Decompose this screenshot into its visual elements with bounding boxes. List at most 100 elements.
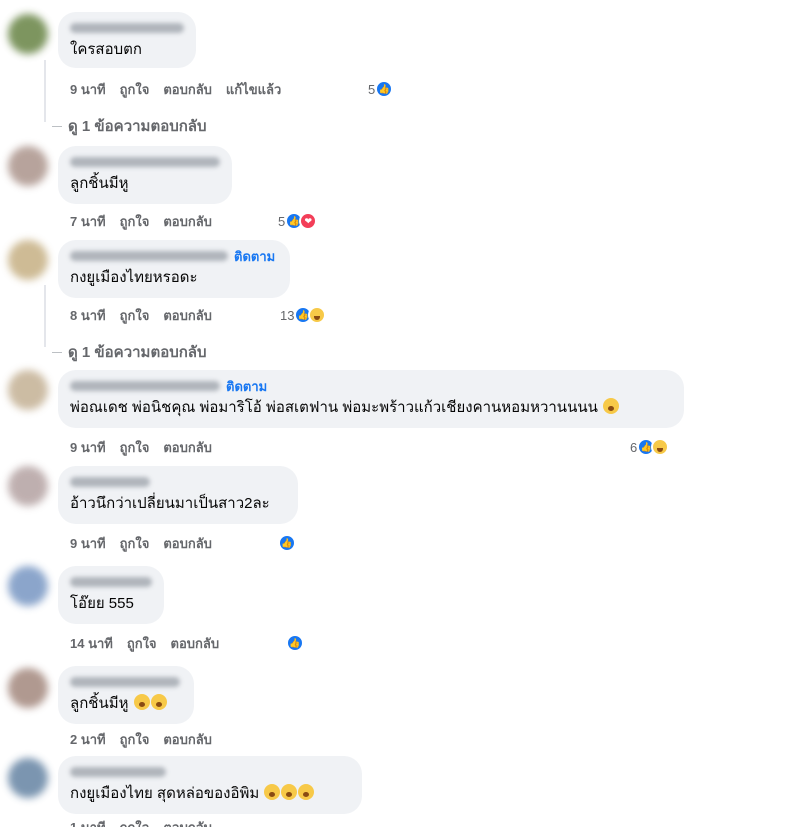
view-replies-label: ดู 1 ข้อความตอบกลับ — [68, 344, 207, 361]
comment-time[interactable]: 1 นาที — [70, 817, 106, 827]
emoji-icon — [264, 784, 281, 800]
like-button[interactable]: ถูกใจ — [120, 437, 150, 458]
emoji-icon — [150, 694, 167, 710]
avatar[interactable] — [8, 240, 48, 280]
comment-bubble: ใครสอบตก — [58, 12, 196, 68]
reply-button[interactable]: ตอบกลับ — [163, 79, 212, 100]
like-button[interactable]: ถูกใจ — [120, 729, 150, 750]
comment-text: อ้าวนึกว่าเปลี่ยนมาเป็นสาว2ละ — [70, 495, 270, 512]
reaction-summary[interactable]: 5 👍 — [368, 79, 394, 99]
avatar[interactable] — [8, 566, 48, 606]
comment-text: กงยูเมืองไทย สุดหล่อของอิพิม — [70, 784, 350, 804]
reply-button[interactable]: ตอบกลับ — [163, 817, 212, 827]
haha-reaction-icon — [308, 306, 327, 324]
emoji-icon — [298, 784, 315, 800]
comment-bubble: ติดตาม พ่อณเดช พ่อนิชคุณ พ่อมาริโอ้ พ่อส… — [58, 370, 684, 428]
comment-time[interactable]: 7 นาที — [70, 211, 106, 232]
comment-text: ลูกชิ้นมีหู — [70, 694, 182, 714]
comment-text: โอ๊ยย 555 — [70, 595, 134, 612]
avatar[interactable] — [8, 758, 48, 798]
comment-bubble: ลูกชิ้นมีหู — [58, 666, 194, 724]
view-replies-link[interactable]: ดู 1 ข้อความตอบกลับ — [52, 114, 207, 138]
comment-text-body: ลูกชิ้นมีหู — [70, 695, 129, 712]
avatar[interactable] — [8, 14, 48, 54]
comment-time[interactable]: 9 นาที — [70, 437, 106, 458]
author-name[interactable] — [70, 767, 166, 777]
comment-actions: 8 นาที ถูกใจ ตอบกลับ — [70, 306, 226, 324]
reply-button[interactable]: ตอบกลับ — [163, 729, 212, 750]
reply-button[interactable]: ตอบกลับ — [163, 437, 212, 458]
author-name[interactable] — [70, 477, 150, 487]
comment-time[interactable]: 2 นาที — [70, 729, 106, 750]
avatar[interactable] — [8, 146, 48, 186]
comment-text: พ่อณเดช พ่อนิชคุณ พ่อมาริโอ้ พ่อสเตฟาน พ… — [70, 398, 672, 418]
comment-time[interactable]: 9 นาที — [70, 79, 106, 100]
comment-text: ลูกชิ้นมีหู — [70, 175, 129, 192]
like-button[interactable]: ถูกใจ — [120, 305, 150, 326]
comment-actions: 1 นาที ถูกใจ ตอบกลับ — [70, 818, 226, 827]
reaction-count: 6 — [630, 439, 638, 455]
avatar[interactable] — [8, 668, 48, 708]
author-name[interactable] — [70, 251, 228, 261]
reply-connector — [52, 125, 62, 127]
avatar[interactable] — [8, 466, 48, 506]
like-button[interactable]: ถูกใจ — [120, 79, 150, 100]
reply-button[interactable]: ตอบกลับ — [163, 533, 212, 554]
comment-bubble: ติดตาม กงยูเมืองไทยหรอดะ — [58, 240, 290, 298]
reaction-summary[interactable]: 5 👍 ❤ — [278, 211, 318, 231]
follow-button[interactable]: ติดตาม — [226, 376, 267, 397]
comment-actions: 9 นาที ถูกใจ ตอบกลับ แก้ไขแล้ว — [70, 80, 295, 98]
author-name[interactable] — [70, 577, 152, 587]
comment-time[interactable]: 9 นาที — [70, 533, 106, 554]
follow-button[interactable]: ติดตาม — [234, 246, 275, 267]
haha-reaction-icon — [651, 438, 670, 456]
reply-connector — [52, 351, 62, 353]
comment-bubble: ลูกชิ้นมีหู — [58, 146, 232, 204]
thread-line — [44, 285, 46, 347]
reaction-summary[interactable]: 6 👍 — [630, 437, 670, 457]
comment-bubble: กงยูเมืองไทย สุดหล่อของอิพิม — [58, 756, 362, 814]
thread-line — [44, 60, 46, 122]
comment-actions: 9 นาที ถูกใจ ตอบกลับ — [70, 438, 226, 456]
author-name[interactable] — [70, 23, 184, 33]
comment-time[interactable]: 8 นาที — [70, 305, 106, 326]
reaction-count: 5 — [278, 213, 286, 229]
comment-text-body: พ่อณเดช พ่อนิชคุณ พ่อมาริโอ้ พ่อสเตฟาน พ… — [70, 399, 598, 416]
like-button[interactable]: ถูกใจ — [120, 211, 150, 232]
like-button[interactable]: ถูกใจ — [120, 533, 150, 554]
reaction-summary[interactable]: 13 👍 — [280, 305, 327, 325]
like-button[interactable]: ถูกใจ — [127, 633, 157, 654]
like-reaction-icon: 👍 — [278, 534, 296, 552]
avatar[interactable] — [8, 370, 48, 410]
reaction-summary[interactable]: 👍 — [286, 633, 304, 653]
comment-text-body: กงยูเมืองไทย สุดหล่อของอิพิม — [70, 785, 260, 802]
comment-actions: 14 นาที ถูกใจ ตอบกลับ — [70, 634, 233, 652]
view-replies-label: ดู 1 ข้อความตอบกลับ — [68, 118, 207, 135]
emoji-icon — [603, 398, 619, 414]
love-reaction-icon: ❤ — [299, 212, 318, 230]
author-name[interactable] — [70, 157, 220, 167]
comment-actions: 7 นาที ถูกใจ ตอบกลับ — [70, 212, 226, 230]
comment-bubble: อ้าวนึกว่าเปลี่ยนมาเป็นสาว2ละ — [58, 466, 298, 524]
reaction-count: 5 — [368, 81, 376, 97]
reaction-summary[interactable]: 👍 — [278, 533, 296, 553]
reaction-count: 13 — [280, 307, 295, 323]
emoji-icon — [281, 784, 298, 800]
comment-actions: 9 นาที ถูกใจ ตอบกลับ — [70, 534, 226, 552]
comment-text: ใครสอบตก — [70, 41, 142, 58]
author-name[interactable] — [70, 677, 180, 687]
edited-label: แก้ไขแล้ว — [225, 81, 282, 97]
view-replies-link[interactable]: ดู 1 ข้อความตอบกลับ — [52, 340, 207, 364]
author-name[interactable] — [70, 381, 220, 391]
comment-time[interactable]: 14 นาที — [70, 633, 113, 654]
like-reaction-icon: 👍 — [375, 80, 394, 98]
reply-button[interactable]: ตอบกลับ — [163, 305, 212, 326]
comment-actions: 2 นาที ถูกใจ ตอบกลับ — [70, 730, 226, 748]
comment-bubble: โอ๊ยย 555 — [58, 566, 164, 624]
reply-button[interactable]: ตอบกลับ — [163, 211, 212, 232]
like-button[interactable]: ถูกใจ — [120, 817, 150, 827]
reply-button[interactable]: ตอบกลับ — [171, 633, 220, 654]
emoji-icon — [133, 694, 150, 710]
comment-text: กงยูเมืองไทยหรอดะ — [70, 269, 198, 286]
like-reaction-icon: 👍 — [286, 634, 304, 652]
